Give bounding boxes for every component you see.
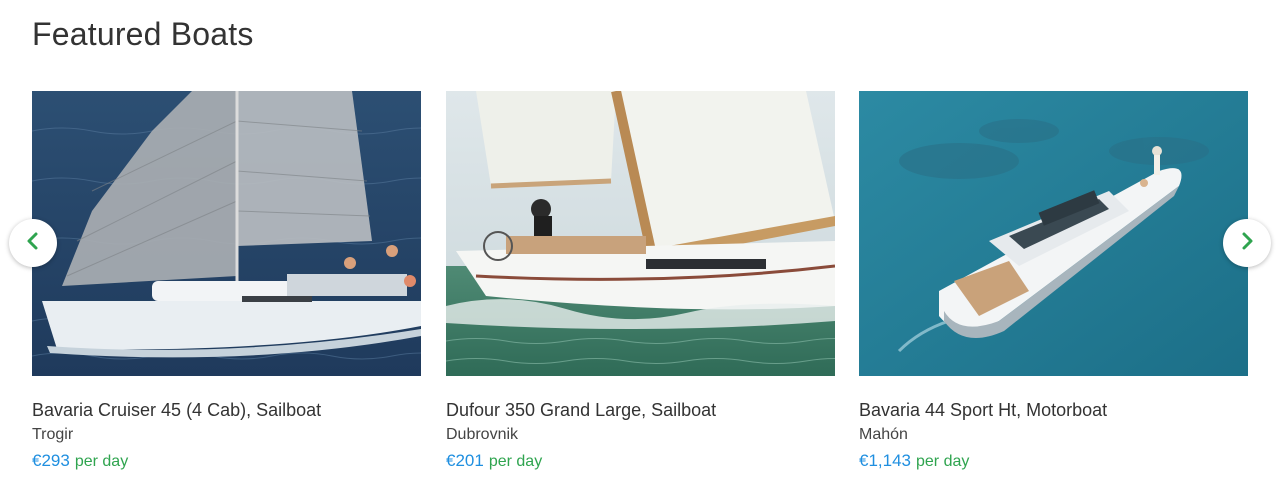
boat-price-row: €201 per day [446,450,835,473]
boat-card[interactable]: Dufour 350 Grand Large, Sailboat Dubrovn… [446,91,835,473]
per-day-label: per day [916,453,970,470]
per-day-label: per day [488,453,543,470]
boat-price-row: €293 per day [32,450,421,473]
boat-price-row: €1,143 per day [859,450,1248,473]
boat-location: Trogir [32,426,74,443]
boat-card[interactable]: Bavaria Cruiser 45 (4 Cab), Sailboat Tro… [32,91,421,473]
boat-location: Mahón [859,426,908,443]
boat-image[interactable] [32,91,421,376]
boat-price: €1,143 [859,451,911,470]
boat-price: €293 [32,451,70,470]
boat-title[interactable]: Bavaria Cruiser 45 (4 Cab), Sailboat [32,399,421,421]
carousel-prev-button[interactable] [9,219,57,267]
boat-title[interactable]: Dufour 350 Grand Large, Sailboat [446,399,835,421]
boat-location: Dubrovnik [446,426,519,443]
per-day-label: per day [74,453,129,470]
carousel-next-button[interactable] [1223,219,1271,267]
boat-title[interactable]: Bavaria 44 Sport Ht, Motorboat [859,399,1248,421]
boat-card[interactable]: Bavaria 44 Sport Ht, Motorboat Mahón €1,… [859,91,1248,473]
boat-image[interactable] [446,91,835,376]
chevron-left-icon [23,231,43,256]
boat-image[interactable] [859,91,1248,376]
chevron-right-icon [1237,231,1257,256]
boat-price: €201 [446,451,484,470]
section-title: Featured Boats [32,16,254,52]
